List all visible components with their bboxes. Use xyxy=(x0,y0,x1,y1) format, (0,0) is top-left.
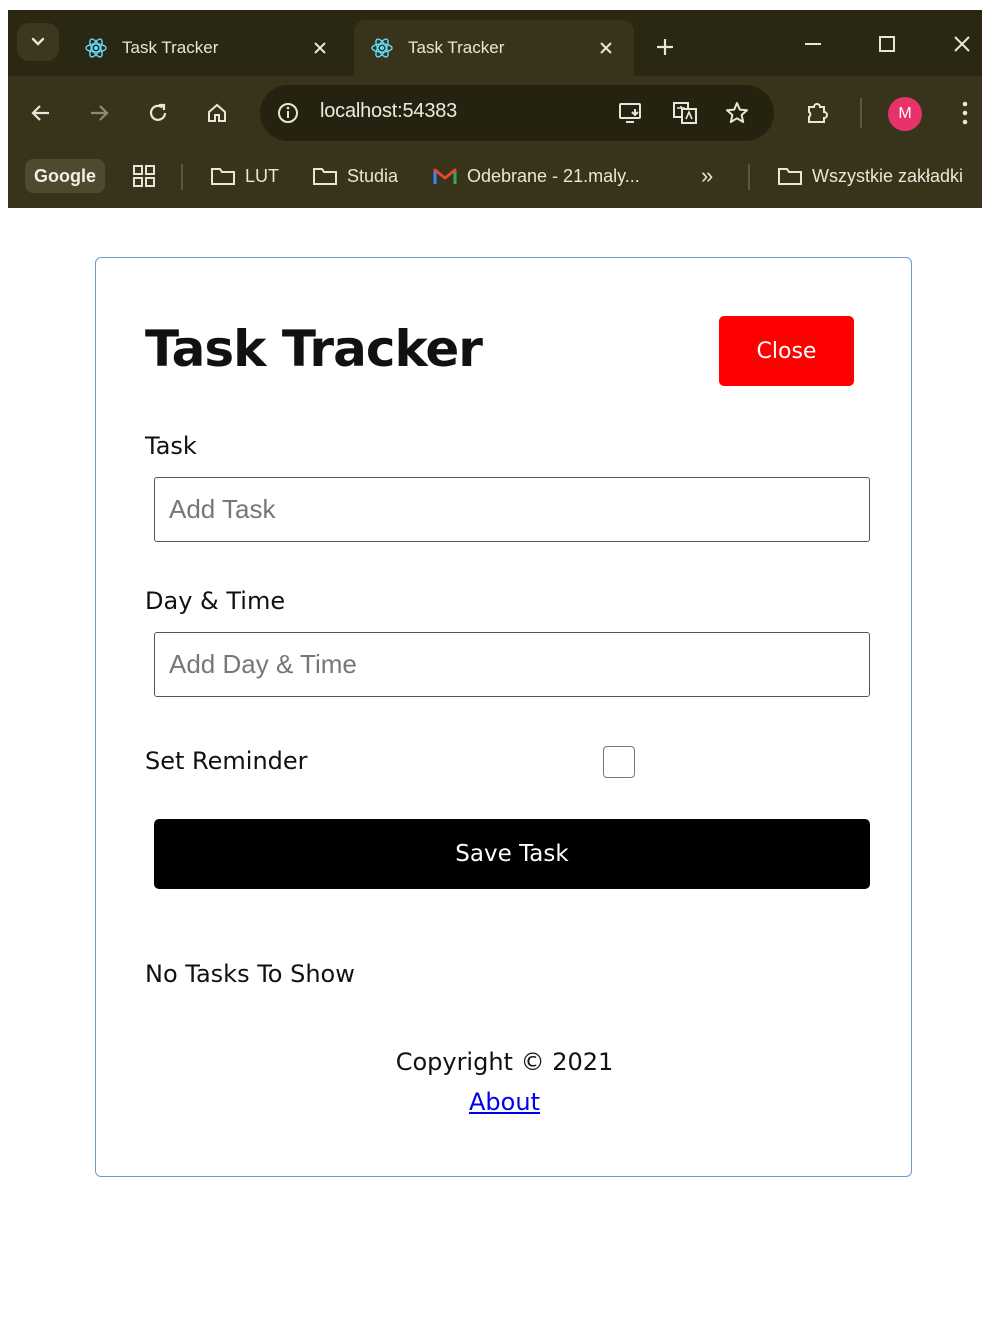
all-bookmarks-button[interactable]: Wszystkie zakładki xyxy=(777,162,963,190)
close-icon[interactable] xyxy=(592,34,620,62)
day-time-input[interactable] xyxy=(154,632,870,697)
bookmarks-overflow-button[interactable]: » xyxy=(701,162,713,190)
task-label: Task xyxy=(145,432,197,460)
bookmark-lut[interactable]: LUT xyxy=(210,162,279,190)
browser-menu-button[interactable] xyxy=(948,96,982,130)
folder-icon xyxy=(313,168,337,185)
about-link[interactable]: About xyxy=(469,1088,540,1116)
arrow-left-icon xyxy=(31,105,49,121)
reminder-checkbox[interactable] xyxy=(603,746,635,778)
back-button[interactable] xyxy=(24,96,58,130)
close-icon xyxy=(954,36,970,52)
maximize-icon xyxy=(879,36,895,52)
reload-button[interactable] xyxy=(141,96,175,130)
day-time-label: Day & Time xyxy=(145,587,286,615)
site-info-icon[interactable] xyxy=(274,99,302,127)
close-icon[interactable] xyxy=(306,34,334,62)
copyright-text: Copyright © 2021 xyxy=(395,1048,614,1076)
folder-icon xyxy=(778,168,802,185)
react-icon xyxy=(370,36,394,60)
home-icon xyxy=(208,103,226,122)
reload-icon xyxy=(149,103,167,121)
minimize-button[interactable] xyxy=(793,28,833,60)
task-tracker-card: Task Tracker Close Task Day & Time Set R… xyxy=(95,257,912,1177)
install-app-icon[interactable] xyxy=(616,98,646,128)
bookmark-label: Odebrane - 21.maly... xyxy=(467,165,640,186)
new-tab-button[interactable] xyxy=(648,30,682,64)
chevron-down-icon xyxy=(31,37,45,46)
tab-task-tracker-2[interactable]: Task Tracker xyxy=(354,20,634,76)
bookmark-label: LUT xyxy=(245,165,280,186)
kebab-menu-icon xyxy=(962,101,968,125)
folder-icon xyxy=(211,168,235,185)
minimize-icon xyxy=(805,43,821,45)
task-input[interactable] xyxy=(154,477,870,542)
bookmarks-divider xyxy=(748,164,750,190)
bookmark-studia[interactable]: Studia xyxy=(312,162,398,190)
toolbar-divider xyxy=(860,98,862,128)
page-title: Task Tracker xyxy=(145,320,483,378)
tab-title: Task Tracker xyxy=(122,38,219,57)
bookmark-label: Wszystkie zakładki xyxy=(812,165,964,186)
arrow-right-icon xyxy=(91,105,109,121)
footer: Copyright © 2021 About xyxy=(96,1048,913,1116)
browser-chrome: Task Tracker Task Tracker localhost:5438… xyxy=(8,10,982,208)
browser-toolbar: localhost:54383 xyxy=(8,76,982,150)
translate-icon[interactable] xyxy=(670,98,700,128)
tab-task-tracker-1[interactable]: Task Tracker xyxy=(68,20,348,76)
gmail-icon xyxy=(433,168,457,184)
empty-state-message: No Tasks To Show xyxy=(145,960,355,988)
home-button[interactable] xyxy=(200,96,234,130)
react-icon xyxy=(84,36,108,60)
tab-search-button[interactable] xyxy=(17,23,59,61)
bookmarks-bar: Google LUT Studia Odebrane - 21.maly... … xyxy=(8,150,982,208)
tab-strip: Task Tracker Task Tracker xyxy=(8,10,982,76)
apps-grid-icon xyxy=(133,165,155,187)
address-bar[interactable]: localhost:54383 xyxy=(260,85,774,141)
url-text[interactable]: localhost:54383 xyxy=(320,100,457,123)
tab-title: Task Tracker xyxy=(408,38,505,57)
profile-avatar[interactable]: M xyxy=(888,97,922,131)
bookmark-google[interactable]: Google xyxy=(25,159,105,193)
bookmark-star-icon[interactable] xyxy=(722,98,752,128)
apps-button[interactable] xyxy=(132,162,165,190)
bookmarks-divider xyxy=(181,164,183,190)
forward-button[interactable] xyxy=(82,96,116,130)
bookmark-gmail[interactable]: Odebrane - 21.maly... xyxy=(432,162,640,190)
reminder-label: Set Reminder xyxy=(145,747,308,775)
close-button[interactable]: Close xyxy=(719,316,854,386)
bookmark-label: Studia xyxy=(347,165,399,186)
plus-icon xyxy=(657,39,673,55)
maximize-button[interactable] xyxy=(867,28,907,60)
puzzle-icon xyxy=(808,103,828,123)
window-close-button[interactable] xyxy=(942,28,982,60)
extensions-button[interactable] xyxy=(801,96,835,130)
save-task-button[interactable]: Save Task xyxy=(154,819,870,889)
